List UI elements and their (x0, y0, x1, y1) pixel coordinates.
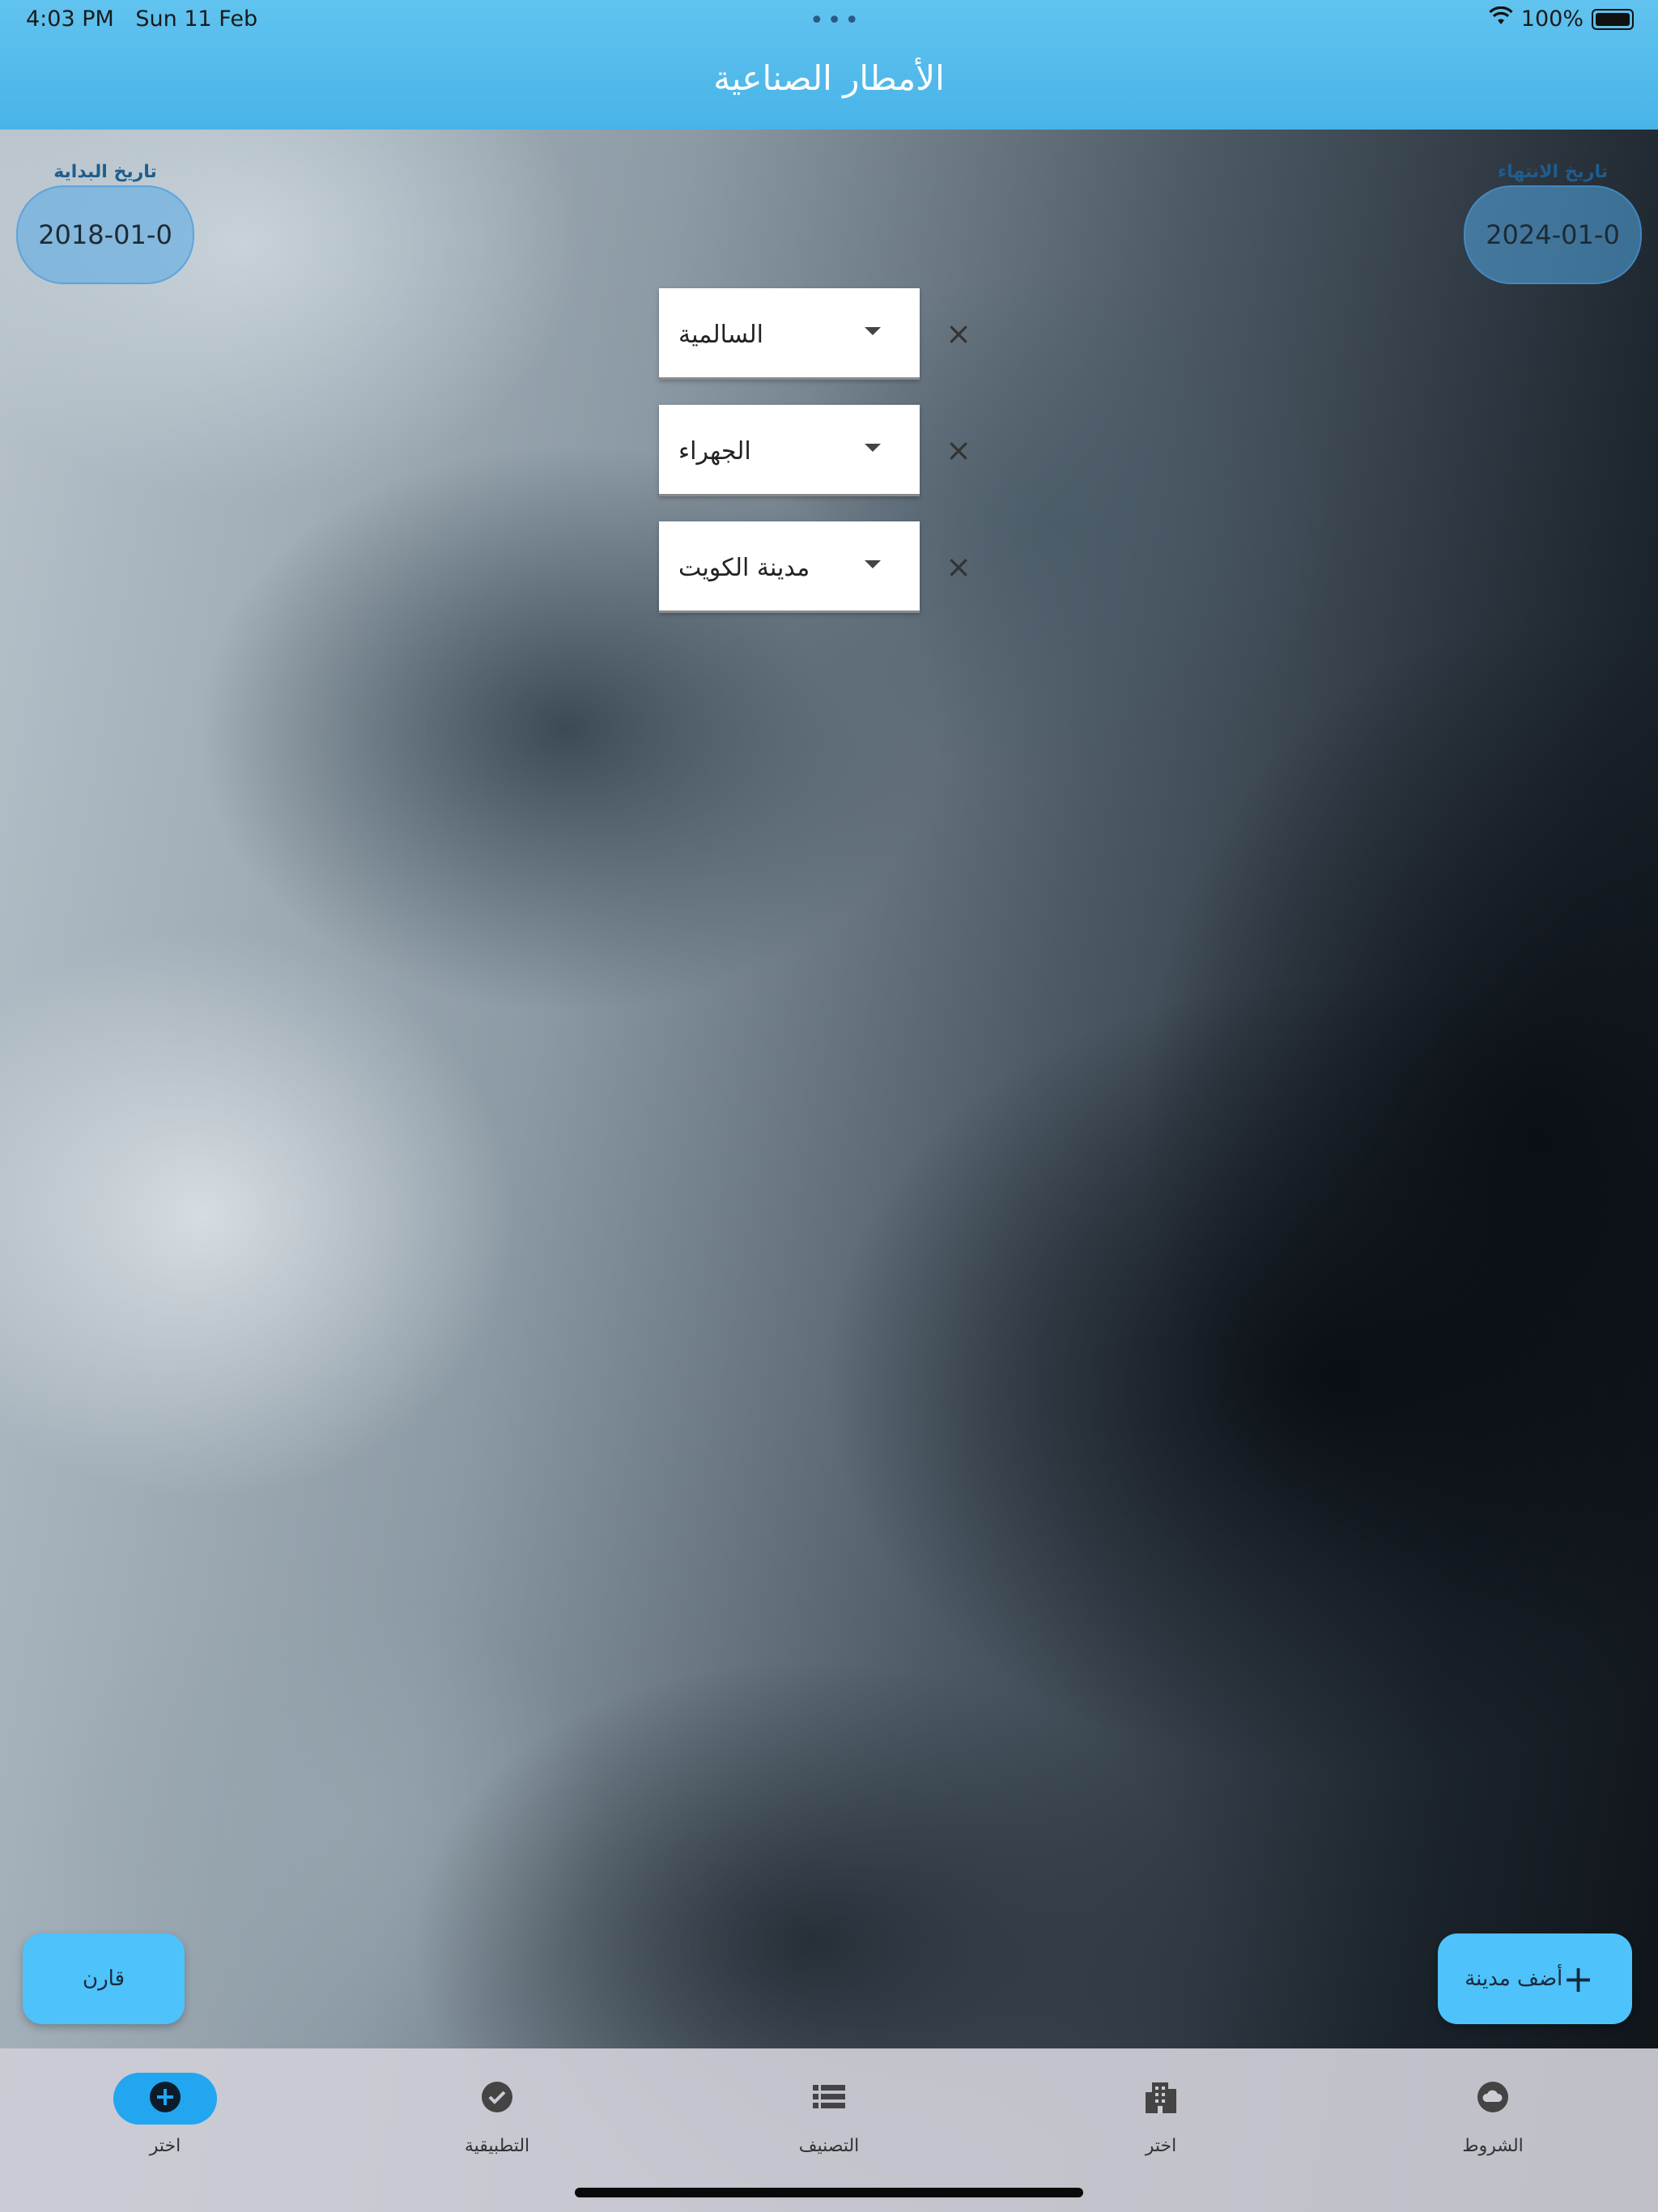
nav-item-conditions[interactable]: الشروط (1371, 2073, 1614, 2156)
nav-label: اختر (1145, 2136, 1177, 2156)
start-date-label: تاريخ البداية (53, 162, 157, 182)
battery-percentage: 100% (1520, 6, 1584, 32)
status-date: Sun 11 Feb (135, 6, 258, 32)
nav-label: التصنيف (798, 2136, 860, 2156)
remove-city-2-icon[interactable]: × (942, 432, 975, 468)
cloud-icon (1476, 2080, 1510, 2117)
start-date-button[interactable]: 2018-01-0 (16, 185, 194, 284)
city-row-1: السالمية (659, 288, 921, 380)
city-row-3: مدينة الكويت (659, 521, 921, 613)
city-value: السالمية (678, 321, 763, 349)
nav-item-applied[interactable]: التطبيقية (376, 2073, 619, 2156)
city-dropdown-3[interactable]: مدينة الكويت (659, 521, 920, 613)
status-bar: 4:03 PM Sun 11 Feb ••• 100% (0, 0, 1658, 40)
end-date-group: تاريخ الانتهاء 2024-01-0 (1464, 162, 1642, 284)
dropdown-arrow-icon (865, 560, 881, 568)
city-value: مدينة الكويت (678, 554, 810, 582)
add-circle-icon (148, 2080, 182, 2117)
wifi-icon (1489, 6, 1513, 32)
nav-item-select-2[interactable]: اختر (1039, 2073, 1282, 2156)
city-value: الجهراء (678, 437, 751, 466)
compare-button[interactable]: قارن (23, 1933, 185, 2024)
list-icon (813, 2083, 845, 2114)
dropdown-arrow-icon (865, 444, 881, 452)
city-dropdown-2[interactable]: الجهراء (659, 405, 920, 496)
status-time: 4:03 PM (26, 6, 114, 32)
city-dropdown-1[interactable]: السالمية (659, 288, 920, 380)
start-date-group: تاريخ البداية 2018-01-0 (16, 162, 194, 284)
plus-icon: + (1562, 1957, 1594, 2001)
nav-label: الشروط (1462, 2136, 1524, 2156)
end-date-label: تاريخ الانتهاء (1497, 162, 1609, 182)
building-icon (1146, 2081, 1176, 2116)
nav-label: اختر (149, 2136, 181, 2156)
nav-item-select-1[interactable]: اختر (44, 2073, 287, 2156)
nav-label: التطبيقية (464, 2136, 530, 2156)
add-city-button[interactable]: + أضف مدينة (1438, 1933, 1632, 2024)
compare-label: قارن (83, 1967, 125, 1991)
battery-icon (1592, 8, 1634, 30)
check-circle-icon (480, 2080, 514, 2117)
nav-item-classification[interactable]: التصنيف (708, 2073, 950, 2156)
multitasking-dots[interactable]: ••• (810, 6, 862, 35)
end-date-button[interactable]: 2024-01-0 (1464, 185, 1642, 284)
dropdown-arrow-icon (865, 327, 881, 335)
remove-city-3-icon[interactable]: × (942, 549, 975, 585)
city-row-2: الجهراء (659, 405, 921, 496)
page-title: الأمطار الصناعية (713, 58, 945, 98)
add-city-label: أضف مدينة (1465, 1967, 1563, 1991)
remove-city-1-icon[interactable]: × (942, 316, 975, 351)
home-indicator[interactable] (575, 2188, 1083, 2197)
